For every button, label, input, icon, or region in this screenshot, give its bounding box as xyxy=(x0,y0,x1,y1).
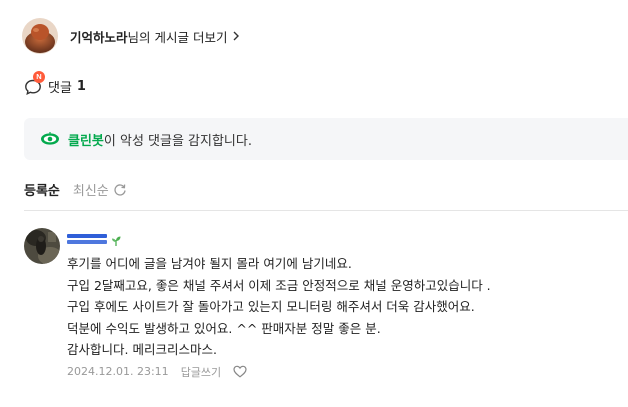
new-badge: N xyxy=(33,70,45,83)
comment-body: 후기를 어디에 글을 남겨야 될지 몰라 여기에 남기네요. 구입 2달째고요,… xyxy=(67,230,627,380)
comment-bubble-icon: N xyxy=(24,70,45,96)
author-more-link[interactable]: 기억하노라 님의 게시글 더보기 xyxy=(70,27,241,46)
chevron-right-icon xyxy=(231,30,241,42)
comment-meta: 2024.12.01. 23:11 답글쓰기 xyxy=(67,364,627,380)
comment-line: 감사합니다. 메리크리스마스. xyxy=(67,342,217,357)
commenter-avatar[interactable] xyxy=(24,228,60,264)
cleanbot-notice[interactable]: 클린봇 이 악성 댓글을 감지합니다. xyxy=(24,118,628,160)
leaf-badge-icon xyxy=(110,232,122,246)
cleanbot-eye-icon xyxy=(40,131,60,146)
sort-latest[interactable]: 최신순 xyxy=(73,180,109,199)
cleanbot-message: 이 악성 댓글을 감지합니다. xyxy=(103,133,252,149)
reply-button[interactable]: 답글쓰기 xyxy=(181,364,221,380)
author-header[interactable]: 기억하노라 님의 게시글 더보기 xyxy=(22,17,241,55)
heart-icon[interactable] xyxy=(233,365,247,378)
divider xyxy=(24,210,628,211)
comment-text: 후기를 어디에 글을 남겨야 될지 몰라 여기에 남기네요. 구입 2달째고요,… xyxy=(67,253,627,361)
comment-line: 구입 2달째고요, 좋은 채널 주셔서 이제 조금 안정적으로 채널 운영하고있… xyxy=(67,277,491,293)
comment-number: 1 xyxy=(76,79,86,94)
redaction-mark xyxy=(67,234,107,238)
cleanbot-name[interactable]: 클린봇 xyxy=(68,130,104,149)
sort-registration-order[interactable]: 등록순 xyxy=(24,180,60,199)
comment-date: 2024.12.01. 23:11 xyxy=(67,365,169,378)
comment-line: 덕분에 수익도 발생하고 있어요. ^^ 판매자분 정말 좋은 분. xyxy=(67,320,381,336)
commenter-name-line xyxy=(67,230,627,246)
commenter-name[interactable] xyxy=(67,231,107,245)
redaction-mark xyxy=(67,240,107,244)
refresh-icon[interactable] xyxy=(113,183,127,197)
comment-count: N 댓글 1 xyxy=(24,70,86,96)
author-suffix: 님의 게시글 더보기 xyxy=(127,29,228,45)
author-name: 기억하노라 xyxy=(70,29,128,45)
author-avatar[interactable] xyxy=(22,18,58,54)
sort-options: 등록순 최신순 xyxy=(24,180,127,199)
comment-label: 댓글 xyxy=(48,81,72,96)
comment-line: 구입 후에도 사이트가 잘 돌아가고 있는지 모니터링 해주셔서 더욱 감사했어… xyxy=(67,299,475,314)
comment-line: 후기를 어디에 글을 남겨야 될지 몰라 여기에 남기네요. xyxy=(67,256,352,271)
